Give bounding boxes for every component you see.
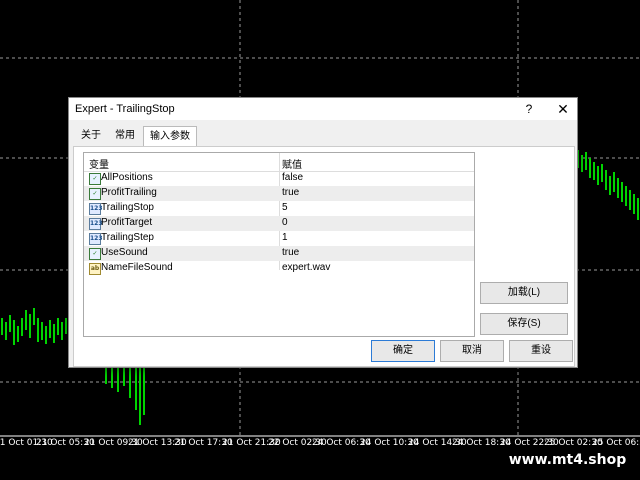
dialog-tabs: 关于 常用 输入参数: [69, 126, 577, 147]
param-value[interactable]: 0: [282, 217, 288, 228]
param-name: ProfitTrailing: [101, 187, 157, 198]
save-button[interactable]: 保存(S): [480, 313, 568, 335]
close-icon[interactable]: ✕: [551, 100, 575, 118]
bool-param-icon: ✓: [89, 188, 101, 200]
ok-button[interactable]: 确定: [371, 340, 435, 362]
param-value[interactable]: false: [282, 172, 303, 183]
expert-dialog: Expert - TrailingStop ? ✕ 关于 常用 输入参数 变量 …: [68, 97, 578, 368]
int-param-icon: 123: [89, 203, 103, 215]
tab-about[interactable]: 关于: [75, 128, 107, 144]
int-param-icon: 123: [89, 218, 103, 230]
table-row[interactable]: ✓ AllPositions false: [84, 171, 474, 186]
dialog-titlebar[interactable]: Expert - TrailingStop ? ✕: [69, 98, 577, 120]
int-param-icon: 123: [89, 233, 103, 245]
watermark: www.mt4.shop: [495, 446, 640, 474]
table-row[interactable]: ✓ ProfitTrailing true: [84, 186, 474, 201]
param-value[interactable]: 1: [282, 232, 288, 243]
header-variable[interactable]: 变量: [89, 156, 109, 171]
param-value[interactable]: true: [282, 247, 299, 258]
bool-param-icon: ✓: [89, 173, 101, 185]
inputs-panel: 变量 赋值 ✓ AllPositions false ✓ ProfitTrail…: [73, 146, 575, 367]
inputs-grid: 变量 赋值 ✓ AllPositions false ✓ ProfitTrail…: [83, 152, 475, 337]
table-row[interactable]: ab NameFileSound expert.wav: [84, 261, 474, 276]
reset-button[interactable]: 重设: [509, 340, 573, 362]
string-param-icon: ab: [89, 263, 101, 275]
param-value[interactable]: expert.wav: [282, 262, 330, 273]
tab-common[interactable]: 常用: [109, 128, 141, 144]
param-value[interactable]: true: [282, 187, 299, 198]
param-name: TrailingStop: [101, 202, 154, 213]
table-row[interactable]: 123 TrailingStop 5: [84, 201, 474, 216]
tab-inputs[interactable]: 输入参数: [143, 126, 197, 147]
header-value[interactable]: 赋值: [282, 156, 302, 171]
dialog-title: Expert - TrailingStop: [75, 103, 175, 115]
help-icon[interactable]: ?: [517, 100, 541, 118]
param-value[interactable]: 5: [282, 202, 288, 213]
cancel-button[interactable]: 取消: [440, 340, 504, 362]
bool-param-icon: ✓: [89, 248, 101, 260]
load-button[interactable]: 加载(L): [480, 282, 568, 304]
param-name: NameFileSound: [101, 262, 173, 273]
param-name: TrailingStep: [101, 232, 154, 243]
param-name: AllPositions: [101, 172, 153, 183]
table-row[interactable]: ✓ UseSound true: [84, 246, 474, 261]
param-name: ProfitTarget: [101, 217, 153, 228]
param-name: UseSound: [101, 247, 148, 258]
table-row[interactable]: 123 TrailingStep 1: [84, 231, 474, 246]
table-row[interactable]: 123 ProfitTarget 0: [84, 216, 474, 231]
